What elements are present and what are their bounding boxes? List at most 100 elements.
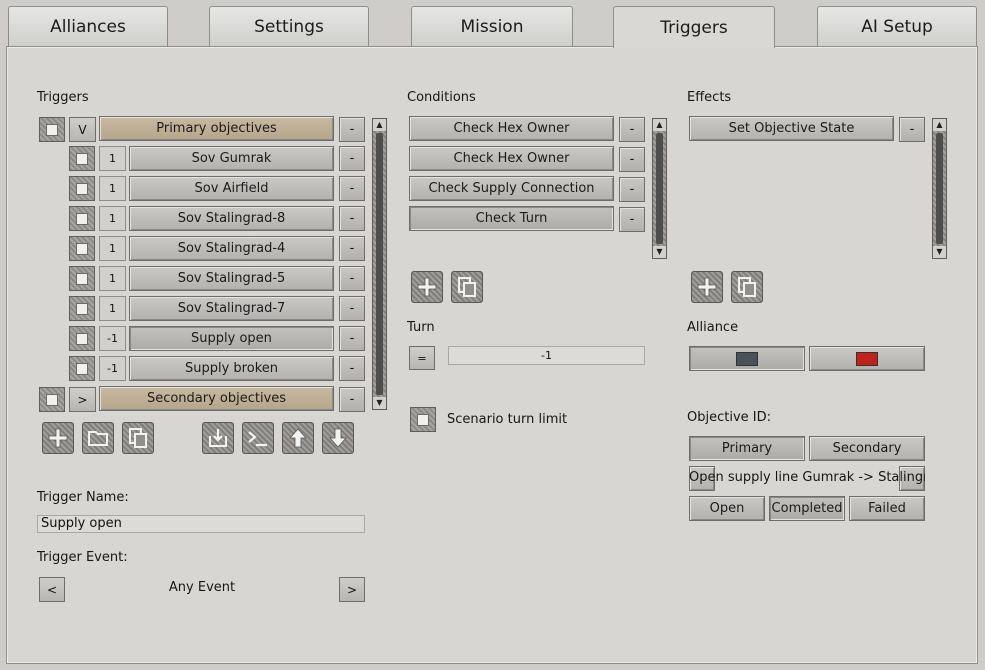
trigger-remove-button[interactable]: - bbox=[339, 356, 365, 381]
condition-item[interactable]: Check Hex Owner bbox=[409, 146, 614, 171]
effects-scrollbar[interactable]: ▲ ▼ bbox=[932, 118, 947, 259]
conditions-scrollbar[interactable]: ▲ ▼ bbox=[652, 118, 667, 259]
trigger-item[interactable]: Sov Stalingrad-7 bbox=[129, 296, 334, 321]
trigger-event-label: Trigger Event: bbox=[37, 550, 128, 565]
trigger-item[interactable]: Supply open bbox=[129, 326, 334, 351]
add-folder-button[interactable] bbox=[82, 422, 114, 454]
condition-item[interactable]: Check Supply Connection bbox=[409, 176, 614, 201]
alliance-label: Alliance bbox=[687, 320, 739, 335]
secondary-objectives-remove-button[interactable]: - bbox=[339, 387, 365, 412]
objective-id-label: Objective ID: bbox=[687, 410, 771, 425]
trigger-event-value: Any Event bbox=[168, 580, 236, 595]
tab-alliances[interactable]: Alliances bbox=[8, 6, 168, 46]
plus-icon bbox=[697, 277, 717, 297]
move-up-button[interactable] bbox=[282, 422, 314, 454]
condition-item[interactable]: Check Hex Owner bbox=[409, 116, 614, 141]
primary-objectives-remove-button[interactable]: - bbox=[339, 117, 365, 142]
trigger-checkbox[interactable] bbox=[69, 176, 95, 201]
trigger-remove-button[interactable]: - bbox=[339, 266, 365, 291]
import-trigger-button[interactable] bbox=[202, 422, 234, 454]
scroll-up-arrow-icon[interactable]: ▲ bbox=[933, 119, 946, 131]
trigger-item[interactable]: Sov Airfield bbox=[129, 176, 334, 201]
objective-state-open-button[interactable]: Open bbox=[689, 496, 765, 521]
tab-ai-setup[interactable]: AI Setup bbox=[817, 6, 977, 46]
trigger-item[interactable]: Sov Gumrak bbox=[129, 146, 334, 171]
condition-remove-button[interactable]: - bbox=[619, 177, 645, 202]
scroll-up-arrow-icon[interactable]: ▲ bbox=[373, 119, 386, 131]
trigger-count: 1 bbox=[99, 206, 126, 231]
move-down-button[interactable] bbox=[322, 422, 354, 454]
triggers-heading: Triggers bbox=[37, 90, 89, 105]
primary-objectives-group[interactable]: Primary objectives bbox=[99, 116, 334, 141]
tab-settings[interactable]: Settings bbox=[209, 6, 369, 46]
primary-objectives-checkbox[interactable] bbox=[39, 117, 65, 142]
trigger-item[interactable]: Sov Stalingrad-4 bbox=[129, 236, 334, 261]
condition-item[interactable]: Check Turn bbox=[409, 206, 614, 231]
add-effect-button[interactable] bbox=[691, 271, 723, 303]
scenario-turn-limit-label: Scenario turn limit bbox=[447, 412, 568, 427]
scenario-turn-limit-checkbox[interactable] bbox=[410, 407, 436, 432]
trigger-checkbox[interactable] bbox=[69, 356, 95, 381]
secondary-objectives-checkbox[interactable] bbox=[39, 387, 65, 412]
turn-operator-button[interactable]: = bbox=[409, 346, 435, 370]
primary-objectives-expander[interactable]: V bbox=[69, 117, 96, 142]
trigger-count: 1 bbox=[99, 236, 126, 261]
trigger-name-label: Trigger Name: bbox=[37, 490, 129, 505]
add-condition-button[interactable] bbox=[411, 271, 443, 303]
trigger-remove-button[interactable]: - bbox=[339, 326, 365, 351]
scroll-thumb[interactable] bbox=[376, 133, 383, 395]
arrow-down-icon bbox=[329, 428, 347, 448]
copy-effect-button[interactable] bbox=[731, 271, 763, 303]
trigger-name-input[interactable]: Supply open bbox=[37, 515, 365, 533]
condition-remove-button[interactable]: - bbox=[619, 117, 645, 142]
trigger-checkbox[interactable] bbox=[69, 266, 95, 291]
effect-item[interactable]: Set Objective State bbox=[689, 116, 894, 141]
triggers-scrollbar[interactable]: ▲ ▼ bbox=[372, 118, 387, 410]
plus-icon bbox=[417, 277, 437, 297]
trigger-checkbox[interactable] bbox=[69, 236, 95, 261]
trigger-checkbox[interactable] bbox=[69, 146, 95, 171]
trigger-item[interactable]: Sov Stalingrad-8 bbox=[129, 206, 334, 231]
trigger-checkbox[interactable] bbox=[69, 296, 95, 321]
scroll-down-arrow-icon[interactable]: ▼ bbox=[653, 246, 666, 258]
trigger-item[interactable]: Sov Stalingrad-5 bbox=[129, 266, 334, 291]
scroll-thumb[interactable] bbox=[656, 133, 663, 244]
trigger-remove-button[interactable]: - bbox=[339, 296, 365, 321]
arrow-up-icon bbox=[289, 428, 307, 448]
add-trigger-button[interactable] bbox=[42, 422, 74, 454]
alliance-soviet-button[interactable] bbox=[809, 346, 925, 371]
trigger-remove-button[interactable]: - bbox=[339, 206, 365, 231]
scroll-thumb[interactable] bbox=[936, 133, 943, 244]
objective-state-completed-button[interactable]: Completed bbox=[769, 496, 845, 521]
effect-remove-button[interactable]: - bbox=[899, 117, 925, 142]
condition-remove-button[interactable]: - bbox=[619, 147, 645, 172]
trigger-item[interactable]: Supply broken bbox=[129, 356, 334, 381]
condition-remove-button[interactable]: - bbox=[619, 207, 645, 232]
turn-value-input[interactable]: -1 bbox=[448, 346, 645, 365]
objective-state-failed-button[interactable]: Failed bbox=[849, 496, 925, 521]
copy-condition-button[interactable] bbox=[451, 271, 483, 303]
copy-icon bbox=[738, 277, 756, 297]
scroll-down-arrow-icon[interactable]: ▼ bbox=[933, 246, 946, 258]
secondary-objectives-expander[interactable]: > bbox=[69, 387, 96, 412]
tab-mission[interactable]: Mission bbox=[411, 6, 573, 46]
tab-triggers[interactable]: Triggers bbox=[613, 6, 775, 48]
trigger-event-next-button[interactable]: > bbox=[339, 577, 365, 602]
objective-primary-button[interactable]: Primary bbox=[689, 436, 805, 461]
objective-secondary-button[interactable]: Secondary bbox=[809, 436, 925, 461]
trigger-event-prev-button[interactable]: < bbox=[39, 577, 65, 602]
objective-name: Open supply line Gumrak -> Stalingrad. bbox=[689, 470, 925, 485]
trigger-remove-button[interactable]: - bbox=[339, 236, 365, 261]
secondary-objectives-group[interactable]: Secondary objectives bbox=[99, 386, 334, 411]
alliance-axis-button[interactable] bbox=[689, 346, 805, 371]
scroll-down-arrow-icon[interactable]: ▼ bbox=[373, 397, 386, 409]
trigger-remove-button[interactable]: - bbox=[339, 176, 365, 201]
console-button[interactable] bbox=[242, 422, 274, 454]
trigger-count: 1 bbox=[99, 176, 126, 201]
trigger-count: 1 bbox=[99, 266, 126, 291]
copy-trigger-button[interactable] bbox=[122, 422, 154, 454]
trigger-checkbox[interactable] bbox=[69, 326, 95, 351]
trigger-remove-button[interactable]: - bbox=[339, 146, 365, 171]
scroll-up-arrow-icon[interactable]: ▲ bbox=[653, 119, 666, 131]
trigger-checkbox[interactable] bbox=[69, 206, 95, 231]
